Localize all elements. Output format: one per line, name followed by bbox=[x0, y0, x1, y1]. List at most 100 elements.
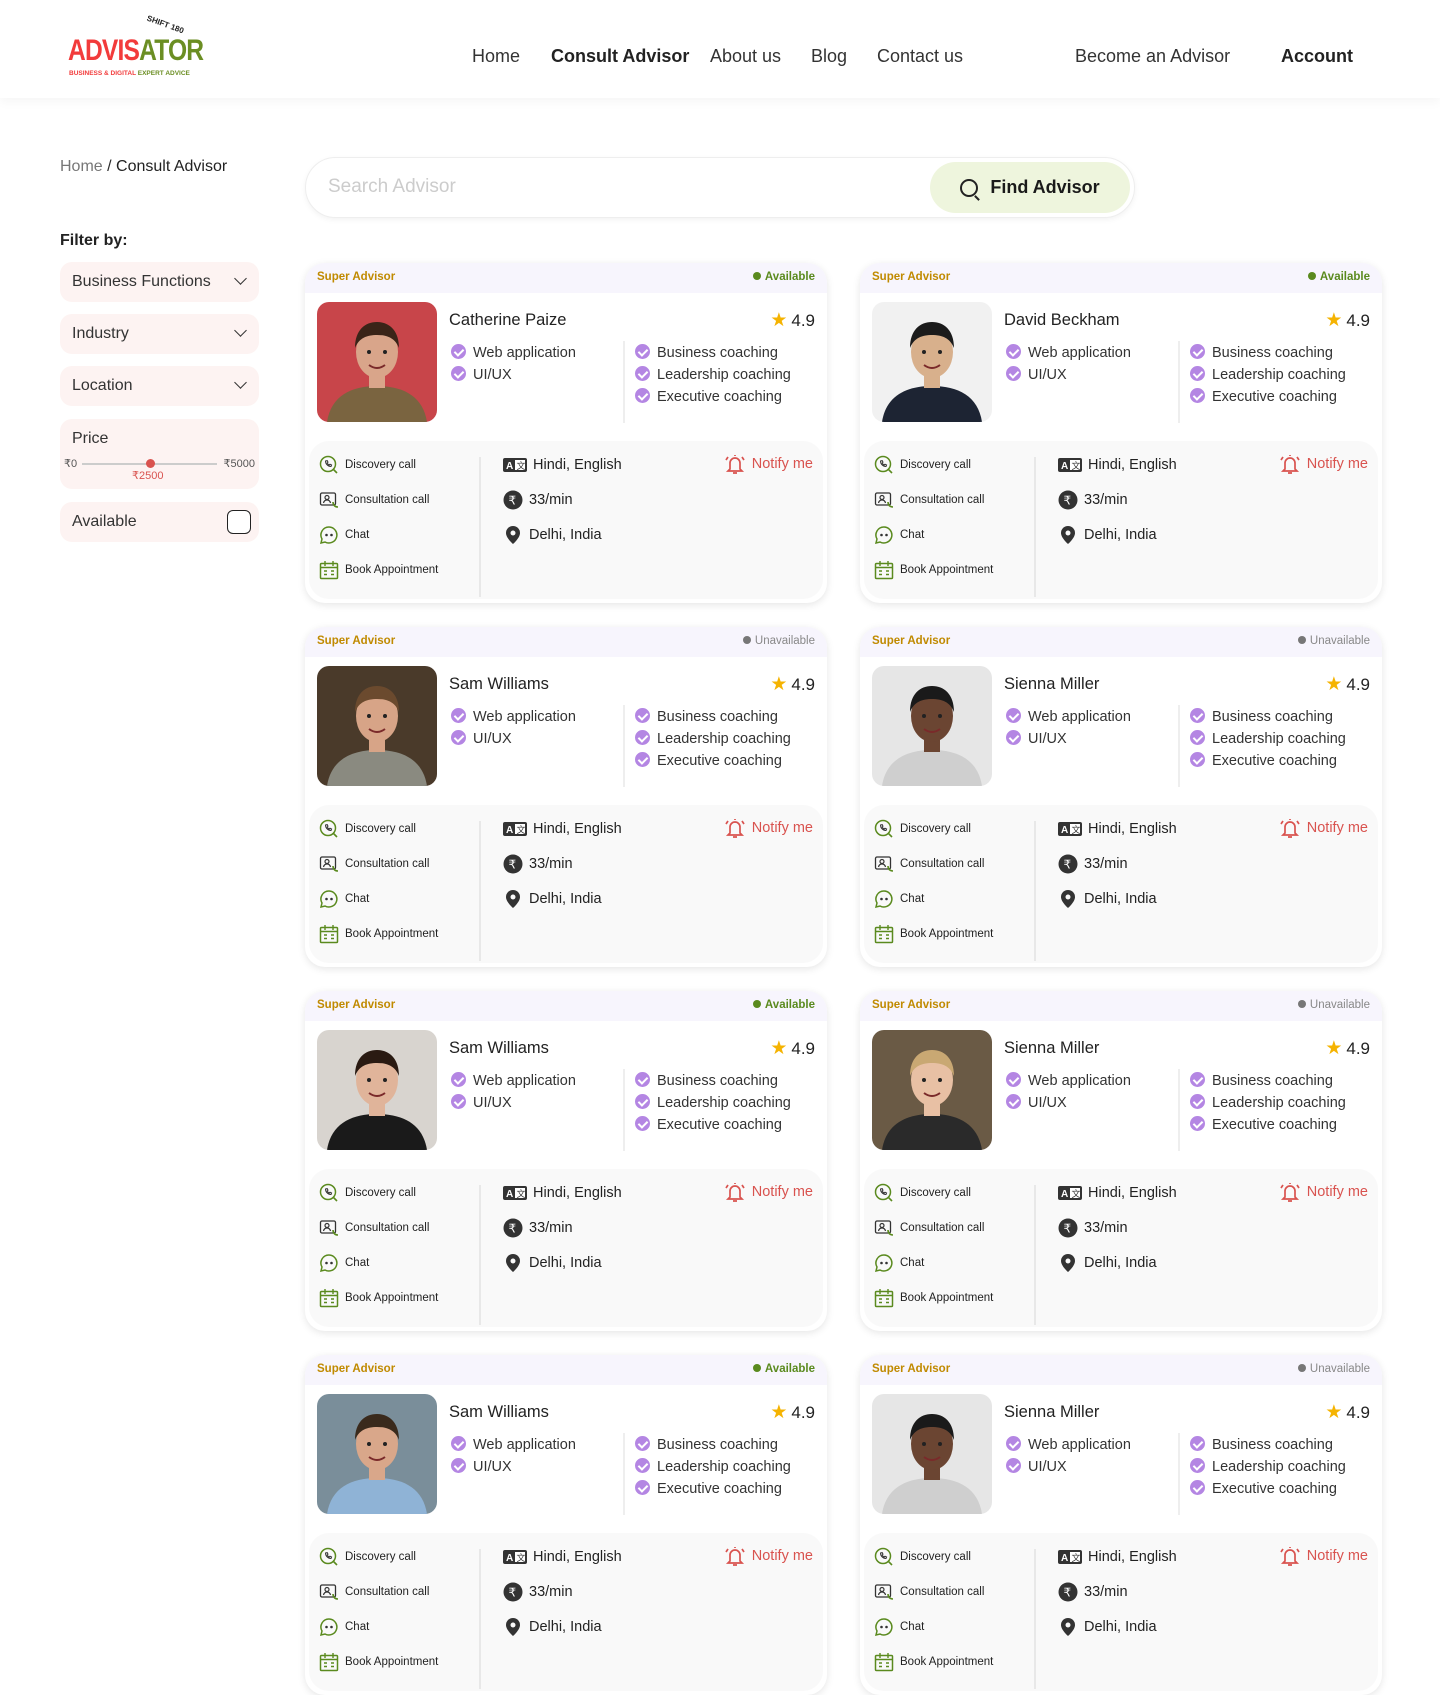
filter-business-functions[interactable]: Business Functions bbox=[60, 262, 259, 302]
advisor-photo[interactable] bbox=[317, 666, 437, 786]
consultation-call-button[interactable]: Consultation call bbox=[319, 1582, 429, 1602]
skill-label: Business coaching bbox=[1212, 1073, 1333, 1089]
skill-item: Leadership coaching bbox=[635, 1092, 791, 1114]
notify-me-button[interactable]: Notify me bbox=[1279, 817, 1368, 839]
chat-button[interactable]: Chat bbox=[319, 1617, 369, 1637]
advisor-card[interactable]: Super Advisor Available Catherine Paize … bbox=[305, 263, 827, 603]
advisor-photo[interactable] bbox=[317, 302, 437, 422]
discovery-call-button[interactable]: Discovery call bbox=[874, 819, 971, 839]
advisor-photo[interactable] bbox=[872, 1030, 992, 1150]
consultation-call-button[interactable]: Consultation call bbox=[874, 1582, 984, 1602]
filter-available[interactable]: Available bbox=[60, 502, 259, 542]
skill-label: UI/UX bbox=[473, 1459, 512, 1475]
notify-me-button[interactable]: Notify me bbox=[724, 453, 813, 475]
languages: A文 Hindi, English bbox=[1058, 457, 1177, 473]
filter-industry[interactable]: Industry bbox=[60, 314, 259, 354]
filter-location[interactable]: Location bbox=[60, 366, 259, 406]
discovery-call-label: Discovery call bbox=[345, 1187, 416, 1199]
search-input[interactable] bbox=[328, 176, 908, 198]
book-appointment-button[interactable]: Book Appointment bbox=[874, 1288, 993, 1308]
notify-me-button[interactable]: Notify me bbox=[1279, 1545, 1368, 1567]
consultation-call-button[interactable]: Consultation call bbox=[319, 854, 429, 874]
advisor-name[interactable]: Sam Williams bbox=[449, 675, 549, 694]
skill-item: Business coaching bbox=[635, 1434, 791, 1456]
advisor-card[interactable]: Super Advisor Unavailable Sienna Miller … bbox=[860, 627, 1382, 967]
nav-blog[interactable]: Blog bbox=[811, 46, 847, 67]
advisor-photo[interactable] bbox=[872, 302, 992, 422]
chat-button[interactable]: Chat bbox=[874, 1253, 924, 1273]
consultation-call-button[interactable]: Consultation call bbox=[319, 1218, 429, 1238]
status-dot-icon bbox=[742, 636, 751, 644]
advisor-card[interactable]: Super Advisor Available Sam Williams ★ 4.… bbox=[305, 1355, 827, 1695]
nav-consult-advisor[interactable]: Consult Advisor bbox=[551, 46, 689, 67]
discovery-call-button[interactable]: Discovery call bbox=[319, 1547, 416, 1567]
advisor-name[interactable]: Sienna Miller bbox=[1004, 675, 1099, 694]
advisor-photo[interactable] bbox=[317, 1030, 437, 1150]
advisor-card[interactable]: Super Advisor Available Sam Williams ★ 4.… bbox=[305, 991, 827, 1331]
book-appointment-button[interactable]: Book Appointment bbox=[874, 560, 993, 580]
discovery-call-button[interactable]: Discovery call bbox=[319, 819, 416, 839]
advisor-name[interactable]: Sienna Miller bbox=[1004, 1039, 1099, 1058]
chat-button[interactable]: Chat bbox=[319, 889, 369, 909]
chat-button[interactable]: Chat bbox=[874, 525, 924, 545]
book-appointment-button[interactable]: Book Appointment bbox=[319, 1288, 438, 1308]
nav-account[interactable]: Account bbox=[1281, 46, 1353, 67]
consultation-call-button[interactable]: Consultation call bbox=[319, 490, 429, 510]
skill-label: UI/UX bbox=[1028, 1459, 1067, 1475]
book-appointment-button[interactable]: Book Appointment bbox=[874, 1652, 993, 1672]
book-appointment-button[interactable]: Book Appointment bbox=[319, 560, 438, 580]
skills-left: Web application UI/UX bbox=[1006, 1070, 1131, 1114]
filter-label: Business Functions bbox=[72, 273, 211, 290]
consultation-call-button[interactable]: Consultation call bbox=[874, 854, 984, 874]
breadcrumb-home[interactable]: Home bbox=[60, 158, 103, 175]
chat-icon bbox=[319, 1618, 338, 1637]
notify-me-button[interactable]: Notify me bbox=[1279, 1181, 1368, 1203]
skill-label: Executive coaching bbox=[1212, 1117, 1337, 1133]
discovery-call-label: Discovery call bbox=[900, 823, 971, 835]
discovery-call-button[interactable]: Discovery call bbox=[319, 455, 416, 475]
notify-me-button[interactable]: Notify me bbox=[1279, 453, 1368, 475]
consultation-call-button[interactable]: Consultation call bbox=[874, 1218, 984, 1238]
consultation-call-icon bbox=[319, 492, 339, 508]
advisor-card[interactable]: Super Advisor Available David Beckham ★ 4… bbox=[860, 263, 1382, 603]
available-checkbox[interactable] bbox=[227, 510, 251, 534]
status-dot-icon bbox=[1297, 1000, 1306, 1008]
chat-button[interactable]: Chat bbox=[319, 1253, 369, 1273]
rate: ₹ 33/min bbox=[1058, 854, 1128, 874]
book-appointment-button[interactable]: Book Appointment bbox=[319, 924, 438, 944]
chat-button[interactable]: Chat bbox=[874, 889, 924, 909]
notify-me-button[interactable]: Notify me bbox=[724, 1545, 813, 1567]
star-icon: ★ bbox=[770, 674, 788, 695]
chat-button[interactable]: Chat bbox=[319, 525, 369, 545]
book-appointment-button[interactable]: Book Appointment bbox=[874, 924, 993, 944]
advisor-photo[interactable] bbox=[317, 1394, 437, 1514]
advisor-card[interactable]: Super Advisor Unavailable Sienna Miller … bbox=[860, 991, 1382, 1331]
nav-become-advisor[interactable]: Become an Advisor bbox=[1075, 46, 1230, 67]
advisor-name[interactable]: David Beckham bbox=[1004, 311, 1120, 330]
discovery-call-button[interactable]: Discovery call bbox=[874, 1183, 971, 1203]
advisor-name[interactable]: Sam Williams bbox=[449, 1039, 549, 1058]
discovery-call-button[interactable]: Discovery call bbox=[874, 455, 971, 475]
book-appointment-button[interactable]: Book Appointment bbox=[319, 1652, 438, 1672]
advisor-name[interactable]: Catherine Paize bbox=[449, 311, 566, 330]
discovery-call-button[interactable]: Discovery call bbox=[874, 1547, 971, 1567]
find-advisor-button[interactable]: Find Advisor bbox=[930, 162, 1130, 213]
advisor-card[interactable]: Super Advisor Unavailable Sam Williams ★… bbox=[305, 627, 827, 967]
price-slider-thumb[interactable] bbox=[146, 459, 155, 468]
advisor-card[interactable]: Super Advisor Unavailable Sienna Miller … bbox=[860, 1355, 1382, 1695]
card-actions: Discovery call Consultation call Chat Bo… bbox=[864, 805, 1378, 963]
advisor-photo[interactable] bbox=[872, 666, 992, 786]
nav-about-us[interactable]: About us bbox=[710, 46, 781, 67]
consultation-call-button[interactable]: Consultation call bbox=[874, 490, 984, 510]
advisor-photo[interactable] bbox=[872, 1394, 992, 1514]
advisator-logo[interactable]: SHIFT 180 ADVISATOR BUSINESS & DIGITAL E… bbox=[68, 14, 204, 80]
nav-contact-us[interactable]: Contact us bbox=[877, 46, 963, 67]
divider bbox=[1178, 1069, 1180, 1151]
notify-me-button[interactable]: Notify me bbox=[724, 817, 813, 839]
advisor-name[interactable]: Sienna Miller bbox=[1004, 1403, 1099, 1422]
chat-button[interactable]: Chat bbox=[874, 1617, 924, 1637]
nav-home[interactable]: Home bbox=[472, 46, 520, 67]
notify-me-button[interactable]: Notify me bbox=[724, 1181, 813, 1203]
advisor-name[interactable]: Sam Williams bbox=[449, 1403, 549, 1422]
discovery-call-button[interactable]: Discovery call bbox=[319, 1183, 416, 1203]
